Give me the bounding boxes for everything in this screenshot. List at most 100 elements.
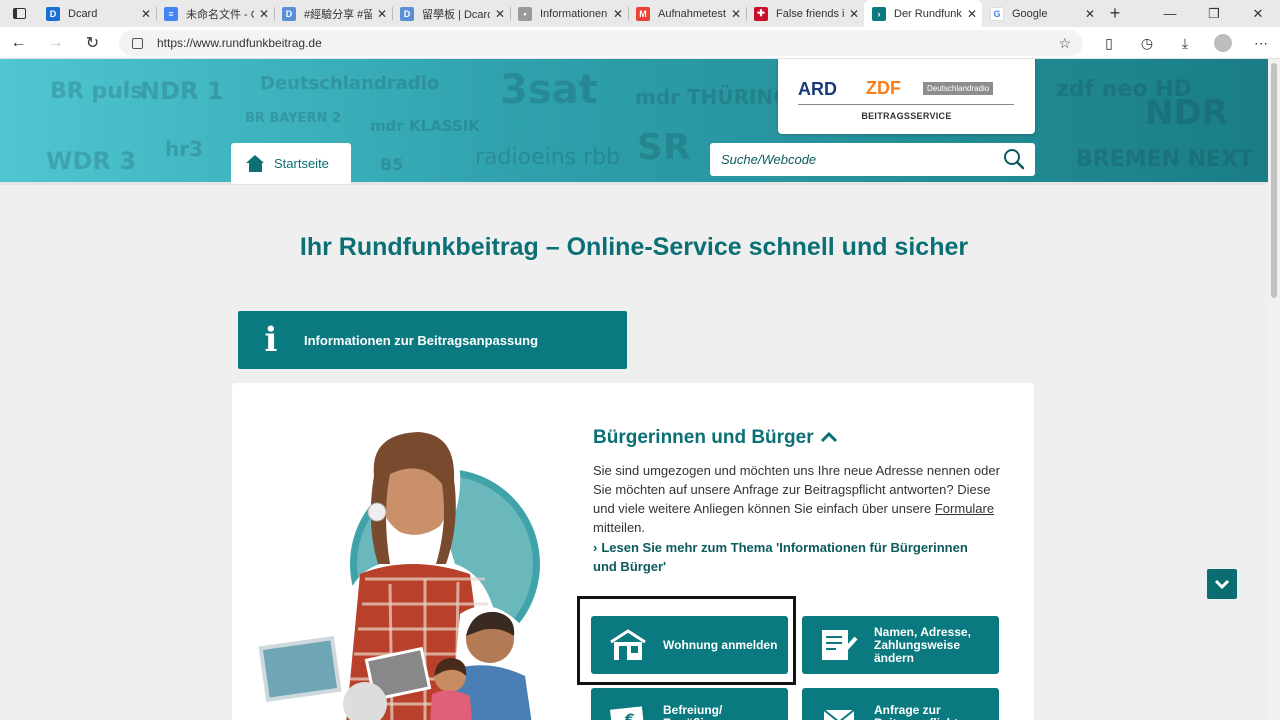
- watermark-logo: mdr KLASSIK: [370, 117, 480, 135]
- close-tab-icon[interactable]: ✕: [490, 7, 510, 21]
- search-input[interactable]: Suche/Webcode: [710, 143, 1035, 176]
- tab-title: Dcard: [68, 7, 98, 20]
- tab-favicon-icon: ≡: [164, 6, 178, 21]
- focus-outline: [577, 596, 796, 685]
- browser-tab[interactable]: • Informationen ✕: [510, 0, 628, 27]
- collections-icon[interactable]: ▯: [1090, 35, 1128, 52]
- history-icon[interactable]: ◷: [1128, 35, 1166, 52]
- tab-list: D Dcard ✕ ≡ 未命名文件 - G ✕ D #經驗分享 #留 ✕ D 留學板 | Dcard…: [38, 0, 1100, 27]
- download-icon[interactable]: ⤓: [1166, 35, 1204, 52]
- close-tab-icon[interactable]: ✕: [372, 7, 392, 21]
- zdf-logo: ZDF: [866, 78, 901, 98]
- read-more-label: Lesen Sie mehr zum Thema 'Informationen …: [593, 540, 968, 574]
- watermark-logo: NDR 1: [140, 77, 224, 105]
- toolbar: ▯ ◷ ⤓ ⋯: [1090, 27, 1280, 59]
- browser-tab[interactable]: M Aufnahmetest ✕: [628, 0, 746, 27]
- tab-title: Informationen: [540, 7, 608, 20]
- watermark-logo: radioeins rbb: [475, 145, 621, 170]
- browser-tab[interactable]: ✚ False friends in ✕: [746, 0, 864, 27]
- watermark-logo: BR puls: [50, 79, 144, 104]
- restore-button[interactable]: ❐: [1192, 6, 1236, 22]
- tab-title: 未命名文件 - G: [186, 8, 254, 21]
- deutschlandradio-logo: Deutschlandradio: [923, 82, 994, 95]
- home-icon: [246, 155, 265, 172]
- ard-logo: ARD: [798, 79, 837, 99]
- letter-icon: [823, 709, 855, 720]
- watermark-logo: hr3: [165, 137, 204, 161]
- tab-favicon-icon: G: [990, 6, 1004, 21]
- form-pen-icon: [822, 630, 858, 660]
- profile-icon[interactable]: [1214, 34, 1232, 52]
- sidebar-icon: [12, 8, 26, 19]
- scroll-down-button[interactable]: [1207, 569, 1237, 599]
- formulare-link[interactable]: Formulare: [935, 501, 994, 516]
- close-tab-icon[interactable]: ✕: [254, 7, 274, 21]
- watermark-logo: BREMEN NEXT: [1076, 147, 1254, 172]
- tab-strip: D Dcard ✕ ≡ 未命名文件 - G ✕ D #經驗分享 #留 ✕ D 留學板 | Dcard…: [0, 0, 1280, 27]
- refresh-icon: ↻: [85, 34, 100, 52]
- close-tab-icon[interactable]: ✕: [1080, 7, 1100, 21]
- beitragsanpassung-info-button[interactable]: i Informationen zur Beitragsanpassung: [238, 311, 627, 369]
- refresh-button[interactable]: ↻: [74, 33, 111, 53]
- browser-tab[interactable]: D 留學板 | Dcard ✕: [392, 0, 510, 27]
- watermark-logo: Deutschlandradio: [260, 73, 440, 94]
- browser-tab[interactable]: D Dcard ✕: [38, 0, 156, 27]
- close-tab-icon[interactable]: ✕: [136, 7, 156, 21]
- back-arrow-icon: ←: [10, 33, 27, 51]
- info-button-label: Informationen zur Beitragsanpassung: [304, 332, 539, 348]
- browser-tab[interactable]: ≡ 未命名文件 - G ✕: [156, 0, 274, 27]
- favorites-add-icon[interactable]: ☆: [1058, 35, 1071, 52]
- tab-title: 留學板 | Dcard: [422, 8, 490, 21]
- tab-title: False friends in: [776, 7, 844, 20]
- befreiung-ermaessigung-button[interactable]: € Befreiung/ Ermäßigung: [591, 688, 788, 720]
- search-icon[interactable]: [1003, 148, 1025, 170]
- anfrage-beitragspflicht-button[interactable]: Anfrage zur Beitragspflicht: [802, 688, 999, 720]
- browser-tab[interactable]: D #經驗分享 #留 ✕: [274, 0, 392, 27]
- close-tab-icon[interactable]: ✕: [962, 7, 982, 21]
- sidebar-toggle-button[interactable]: [0, 0, 38, 27]
- address-bar: ← → ↻ https://www.rundfunkbeitrag.de ☆ ▯…: [0, 27, 1280, 59]
- tab-favicon-icon: M: [636, 6, 650, 21]
- banner-divider: [0, 182, 1268, 185]
- section-title: Bürgerinnen und Bürger: [593, 427, 814, 448]
- tab-startseite[interactable]: Startseite: [231, 143, 351, 184]
- tile-label: Befreiung/ Ermäßigung: [663, 703, 733, 720]
- money-icon: €: [610, 706, 644, 720]
- window-controls: — ❐ ✕: [1148, 6, 1280, 22]
- new-tab-button[interactable]: +: [1100, 3, 1130, 24]
- home-tab-label: Startseite: [274, 156, 329, 171]
- forward-button[interactable]: →: [37, 34, 74, 52]
- page-title: Ihr Rundfunkbeitrag – Online-Service sch…: [299, 233, 969, 261]
- tab-title: Aufnahmetest: [658, 7, 726, 20]
- beitragsservice-label: BEITRAGSSERVICE: [861, 111, 952, 121]
- read-more-link[interactable]: › Lesen Sie mehr zum Thema 'Informationen…: [593, 538, 993, 576]
- web-page: BR puls NDR 1 Deutschlandradio 3sat mdr …: [0, 59, 1268, 720]
- chevron-up-icon[interactable]: [820, 431, 838, 443]
- watermark-logo: 3sat: [500, 67, 598, 113]
- minimize-button[interactable]: —: [1148, 6, 1192, 22]
- more-icon[interactable]: ⋯: [1242, 35, 1280, 52]
- tab-title: Der Rundfunkb: [894, 7, 962, 20]
- close-tab-icon[interactable]: ✕: [608, 7, 628, 21]
- tab-favicon-icon: D: [400, 6, 414, 21]
- forward-arrow-icon: →: [47, 33, 64, 51]
- tile-label: Namen, Adresse, Zahlungsweise ändern: [874, 624, 971, 665]
- tab-favicon-icon: D: [46, 6, 60, 21]
- info-icon: i: [264, 320, 278, 360]
- logo-card[interactable]: ARD ZDF Deutschlandradio BEITRAGSSERVICE: [778, 59, 1035, 134]
- scrollbar-thumb[interactable]: [1271, 63, 1277, 298]
- tab-favicon-icon: •: [518, 6, 532, 21]
- browser-tab[interactable]: G Google ✕: [982, 0, 1100, 27]
- page-scrollbar[interactable]: [1268, 59, 1280, 720]
- chevron-right-icon: ›: [593, 540, 598, 555]
- tile-label: Anfrage zur Beitragspflicht: [874, 703, 958, 720]
- url-field[interactable]: https://www.rundfunkbeitrag.de ☆: [119, 30, 1083, 56]
- close-tab-icon[interactable]: ✕: [844, 7, 864, 21]
- watermark-logo: SR: [637, 127, 691, 168]
- namen-adresse-aendern-button[interactable]: Namen, Adresse, Zahlungsweise ändern: [802, 616, 999, 674]
- browser-tab[interactable]: › Der Rundfunkb ✕: [864, 0, 982, 27]
- header-banner: BR puls NDR 1 Deutschlandradio 3sat mdr …: [0, 59, 1268, 184]
- close-tab-icon[interactable]: ✕: [726, 7, 746, 21]
- back-button[interactable]: ←: [0, 34, 37, 52]
- close-window-button[interactable]: ✕: [1236, 6, 1280, 22]
